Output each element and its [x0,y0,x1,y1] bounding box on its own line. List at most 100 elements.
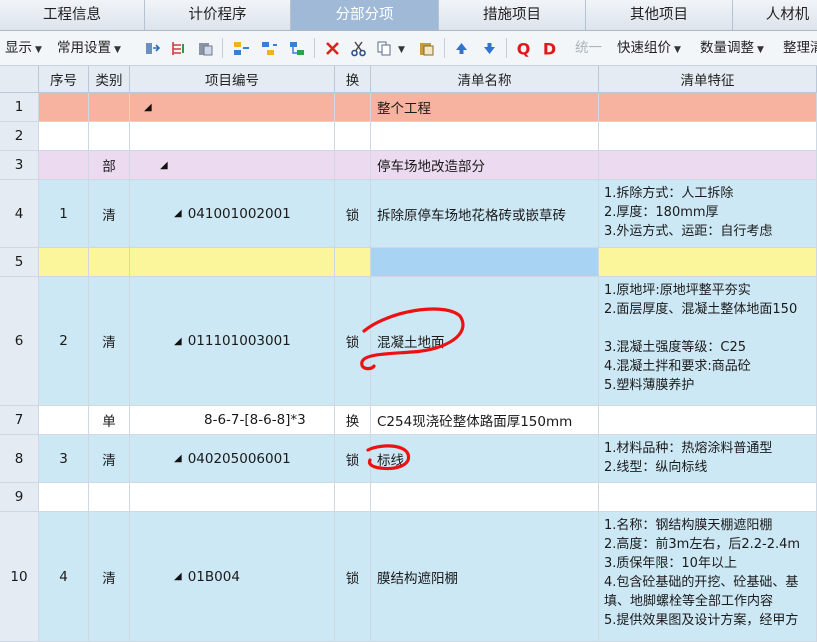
col-header-features[interactable]: 清单特征 [599,66,817,93]
collapse-triangle-icon[interactable]: ◢ [174,336,182,347]
code-cell[interactable]: ◢ 01B004 [130,512,335,642]
features-cell[interactable]: 1.原地坪:原地坪整平夯实 2.面层厚度、混凝土整体地面150 3.混凝土强度等… [599,277,817,406]
swap-cell[interactable]: 换 [335,406,371,435]
name-cell[interactable] [371,483,599,512]
swap-cell[interactable] [335,122,371,151]
seq-cell[interactable] [39,406,89,435]
type-cell[interactable]: 清 [89,435,130,483]
name-cell[interactable]: 膜结构遮阳棚 [371,512,599,642]
selected-name-cell[interactable] [371,248,599,277]
collapse-triangle-icon[interactable]: ◢ [174,571,182,582]
seq-cell[interactable]: 1 [39,180,89,248]
move-up-icon[interactable] [453,40,470,57]
row-number[interactable]: 6 [0,277,39,406]
seq-cell[interactable]: 3 [39,435,89,483]
code-cell[interactable] [130,122,335,151]
type-cell[interactable]: 部 [89,151,130,180]
swap-cell[interactable] [335,93,371,122]
table-row[interactable]: 10 4 清 ◢ 01B004 锁 膜结构遮阳棚 1.名称：钢结构膜天棚遮阳棚 2… [0,512,817,642]
name-cell[interactable]: 停车场地改造部分 [371,151,599,180]
collapse-triangle-icon[interactable]: ◢ [160,160,168,171]
delete-icon[interactable] [324,40,341,57]
col-header-swap[interactable]: 换 [335,66,371,93]
row-number[interactable]: 10 [0,512,39,642]
type-cell[interactable] [89,248,130,277]
table-row[interactable]: 6 2 清 ◢ 011101003001 锁 混凝土地面 1.原地坪:原地坪整平夯… [0,277,817,406]
common-settings-menu[interactable]: 常用设置 ▼ [57,31,121,65]
name-cell[interactable] [371,122,599,151]
table-row[interactable]: 4 1 清 ◢ 041001002001 锁 拆除原停车场地花格砖或嵌草砖 1.拆… [0,180,817,248]
insert-sub-row-icon[interactable] [261,40,278,57]
name-cell[interactable]: 标线 [371,435,599,483]
level-icon[interactable] [170,40,187,57]
table-row[interactable]: 7 单 8-6-7-[8-6-8]*3 换 C254现浇砼整体路面厚150mm [0,406,817,435]
features-cell[interactable]: 1.材料品种：热熔涂料普通型 2.线型：纵向标线 [599,435,817,483]
quantity-adjust-menu[interactable]: 数量调整 ▼ [700,31,764,65]
row-number[interactable]: 4 [0,180,39,248]
seq-cell[interactable] [39,248,89,277]
tab-other-items[interactable]: 其他项目 [586,0,733,30]
d-tool-icon[interactable]: D [540,40,559,57]
row-number[interactable]: 2 [0,122,39,151]
row-number[interactable]: 9 [0,483,39,512]
q-tool-icon[interactable]: Q [514,40,533,57]
table-row[interactable]: 3 部 ◢ 停车场地改造部分 [0,151,817,180]
organize-menu[interactable]: 整理清 [783,31,817,65]
type-cell[interactable]: 单 [89,406,130,435]
corner-cell[interactable] [0,66,39,93]
features-cell[interactable]: 1.拆除方式：人工拆除 2.厚度：180mm厚 3.外运方式、运距：自行考虑 [599,180,817,248]
row-number[interactable]: 8 [0,435,39,483]
add-child-row-icon[interactable] [289,40,306,57]
unify-button[interactable]: 统一 [575,31,602,65]
table-row[interactable]: 8 3 清 ◢ 040205006001 锁 标线 1.材料品种：热熔涂料普通型 … [0,435,817,483]
tab-project-info[interactable]: 工程信息 [0,0,145,30]
type-cell[interactable]: 清 [89,277,130,406]
code-cell[interactable]: ◢ [130,93,335,122]
type-cell[interactable] [89,483,130,512]
type-cell[interactable]: 清 [89,180,130,248]
code-cell[interactable] [130,248,335,277]
type-cell[interactable]: 清 [89,512,130,642]
paste-icon[interactable] [418,40,435,57]
seq-cell[interactable] [39,122,89,151]
seq-cell[interactable] [39,93,89,122]
seq-cell[interactable]: 2 [39,277,89,406]
table-row[interactable]: 2 [0,122,817,151]
lock-cell[interactable]: 锁 [335,180,371,248]
code-cell[interactable] [130,483,335,512]
code-cell[interactable]: ◢ 040205006001 [130,435,335,483]
table-row[interactable]: 1 ◢ 整个工程 [0,93,817,122]
lock-cell[interactable]: 锁 [335,435,371,483]
swap-cell[interactable] [335,151,371,180]
seq-cell[interactable] [39,151,89,180]
seq-cell[interactable] [39,483,89,512]
name-cell[interactable]: C254现浇砼整体路面厚150mm [371,406,599,435]
insert-row-icon[interactable] [233,40,250,57]
copy-icon[interactable] [376,40,393,57]
tab-measures[interactable]: 措施项目 [439,0,586,30]
row-number[interactable]: 3 [0,151,39,180]
swap-cell[interactable] [335,248,371,277]
seq-cell[interactable]: 4 [39,512,89,642]
tab-pricing-procedure[interactable]: 计价程序 [145,0,291,30]
display-menu[interactable]: 显示 ▼ [5,31,42,65]
code-cell[interactable]: ◢ 011101003001 [130,277,335,406]
collapse-triangle-icon[interactable]: ◢ [174,453,182,464]
quick-pricing-menu[interactable]: 快速组价 ▼ [617,31,681,65]
tab-labor-materials[interactable]: 人材机 [733,0,817,30]
code-cell[interactable]: ◢ 041001002001 [130,180,335,248]
features-cell[interactable] [599,483,817,512]
col-header-code[interactable]: 项目编号 [130,66,335,93]
features-cell[interactable] [599,248,817,277]
features-cell[interactable] [599,93,817,122]
features-cell[interactable] [599,122,817,151]
features-cell[interactable]: 1.名称：钢结构膜天棚遮阳棚 2.高度：前3m左右，后2.2-2.4m 3.质保… [599,512,817,642]
lock-cell[interactable]: 锁 [335,277,371,406]
scissors-icon[interactable] [350,40,367,57]
table-row[interactable]: 5 [0,248,817,277]
col-header-name[interactable]: 清单名称 [371,66,599,93]
table-row[interactable]: 9 [0,483,817,512]
lock-cell[interactable]: 锁 [335,512,371,642]
collapse-triangle-icon[interactable]: ◢ [144,102,152,113]
tab-sub-items[interactable]: 分部分项 [291,0,439,30]
